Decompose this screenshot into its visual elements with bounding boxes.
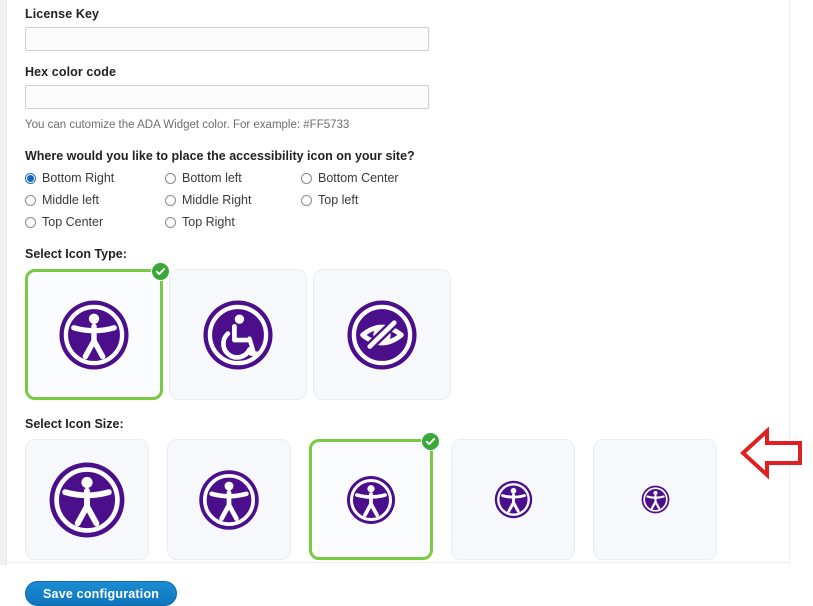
- placement-option-top-center[interactable]: Top Center: [25, 214, 165, 230]
- accessibility-person-icon: [641, 485, 670, 514]
- selected-check-badge: [421, 432, 440, 451]
- accessibility-person-icon: [494, 480, 533, 519]
- radio-indicator[interactable]: [25, 216, 36, 228]
- radio-indicator[interactable]: [301, 194, 312, 206]
- placement-radio-group: Bottom Right Bottom left Bottom Center M…: [25, 170, 455, 230]
- placement-option-label: Top Right: [182, 215, 235, 229]
- ada-widget-configuration-form: License Key Hex color code You can cutom…: [25, 7, 770, 606]
- save-row: Save configuration: [25, 581, 770, 606]
- accessibility-person-icon: [48, 461, 126, 539]
- radio-indicator[interactable]: [25, 194, 36, 206]
- icon-size-card-row: [25, 432, 770, 560]
- left-page-gutter: [0, 0, 7, 565]
- license-key-input[interactable]: [25, 27, 429, 51]
- select-icon-type-label: Select Icon Type:: [25, 247, 127, 261]
- placement-option-top-left[interactable]: Top left: [301, 192, 455, 208]
- icon-size-card-2[interactable]: [167, 439, 291, 560]
- save-configuration-button[interactable]: Save configuration: [25, 581, 178, 606]
- selected-check-badge: [151, 262, 170, 281]
- eye-slash-icon: [346, 299, 418, 371]
- license-key-label: License Key: [25, 7, 100, 21]
- icon-size-card-4[interactable]: [451, 439, 575, 560]
- placement-question-label: Where would you like to place the access…: [25, 149, 415, 163]
- placement-option-label: Middle Right: [182, 193, 252, 207]
- icon-type-card-row: [25, 262, 770, 400]
- hex-color-code-input[interactable]: [25, 85, 429, 109]
- radio-indicator[interactable]: [165, 216, 176, 228]
- placement-option-label: Top left: [318, 193, 359, 207]
- hex-color-code-label: Hex color code: [25, 65, 117, 79]
- hex-color-helper-text: You can cutomize the ADA Widget color. F…: [25, 119, 350, 131]
- placement-option-top-right[interactable]: Top Right: [165, 214, 301, 230]
- icon-type-card-eye-slash[interactable]: [313, 269, 451, 400]
- placement-option-bottom-left[interactable]: Bottom left: [165, 170, 301, 186]
- icon-size-card-5[interactable]: [593, 439, 717, 560]
- placement-option-middle-right[interactable]: Middle Right: [165, 192, 301, 208]
- placement-option-middle-left[interactable]: Middle left: [25, 192, 165, 208]
- select-icon-size-label: Select Icon Size:: [25, 417, 124, 431]
- wheelchair-icon: [202, 299, 274, 371]
- radio-indicator[interactable]: [301, 172, 312, 184]
- icon-size-card-1[interactable]: [25, 439, 149, 560]
- icon-type-card-wheelchair[interactable]: [169, 269, 307, 400]
- radio-indicator[interactable]: [165, 194, 176, 206]
- placement-option-bottom-center[interactable]: Bottom Center: [301, 170, 455, 186]
- icon-type-card-accessibility-person[interactable]: [25, 262, 170, 400]
- placement-option-label: Bottom left: [182, 171, 242, 185]
- accessibility-person-icon: [198, 469, 260, 531]
- placement-option-bottom-right[interactable]: Bottom Right: [25, 170, 165, 186]
- placement-option-label: Bottom Center: [318, 171, 399, 185]
- left-pointing-arrow-icon: [740, 426, 802, 480]
- radio-indicator[interactable]: [25, 172, 36, 184]
- placement-option-label: Bottom Right: [42, 171, 115, 185]
- radio-indicator[interactable]: [165, 172, 176, 184]
- placement-option-label: Top Center: [42, 215, 104, 229]
- placement-option-label: Middle left: [42, 193, 99, 207]
- accessibility-person-icon: [58, 299, 130, 371]
- icon-size-card-3[interactable]: [309, 432, 440, 560]
- accessibility-person-icon: [346, 475, 396, 525]
